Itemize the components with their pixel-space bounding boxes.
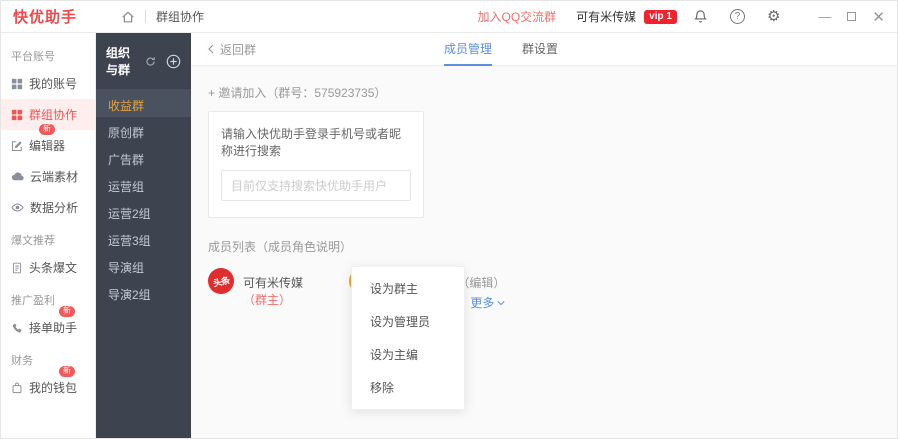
breadcrumb-divider [145,10,147,23]
menu-item-set-owner[interactable]: 设为群主 [352,272,464,305]
main-content: 返回群 成员管理 群设置 + 邀请加入（群号：575923735） 请输入快优助… [191,33,897,438]
sidebar-item-cloud-material[interactable]: 云端素材 [1,161,95,192]
grid-icon [11,109,23,121]
home-icon[interactable] [121,10,135,24]
tab-bar: 成员管理 群设置 [444,33,558,66]
group-item-income-group[interactable]: 收益群 [96,90,191,117]
group-item-original-group[interactable]: 原创群 [96,117,191,144]
main-sidebar: 平台账号 我的账号 群组协作 新 编辑器 云端素材 数据分析 爆文推荐 头条爆文… [1,33,96,438]
back-label: 返回群 [220,42,257,57]
sidebar-item-label: 我的钱包 [29,381,78,395]
notification-bell-icon[interactable] [693,9,708,24]
app-window: 快优助手 群组协作 加入QQ交流群 可有米传媒 vip 1 ? ⚙ — ✕ 平台… [0,0,898,439]
app-logo: 快优助手 [13,9,78,26]
member-management-panel: + 邀请加入（群号：575923735） 请输入快优助手登录手机号或者昵称进行搜… [191,66,897,438]
eye-icon [11,201,24,214]
member-role-owner: （群主） [243,293,292,307]
new-badge: 新 [39,124,55,135]
phone-icon [11,322,23,334]
members-list: 头条 可有米传媒（群主） 13337671712（编辑） 更多 [208,268,880,311]
group-item-operations-group-3[interactable]: 运营3组 [96,225,191,252]
add-group-icon[interactable] [166,54,181,69]
sidebar-section-hot-articles: 爆文推荐 [11,235,55,247]
window-minimize-button[interactable]: — [818,9,831,24]
tab-member-management[interactable]: 成员管理 [444,33,493,66]
main-header: 返回群 成员管理 群设置 [191,33,897,66]
search-label: 请输入快优助手登录手机号或者昵称进行搜索 [221,127,402,158]
group-item-operations-group-2[interactable]: 运营2组 [96,198,191,225]
window-close-button[interactable]: ✕ [872,8,885,26]
group-item-ad-group[interactable]: 广告群 [96,144,191,171]
sidebar-item-label: 头条爆文 [29,261,78,275]
sidebar-item-data-analysis[interactable]: 数据分析 [1,192,95,223]
toutiao-avatar: 头条 [208,268,234,294]
sidebar-item-label: 编辑器 [29,139,66,153]
sidebar-item-editor[interactable]: 新 编辑器 [1,124,95,161]
sidebar-item-toutiao-articles[interactable]: 头条爆文 [1,252,95,283]
help-icon[interactable]: ? [729,9,745,24]
sidebar-section-finance: 财务 [11,355,33,367]
more-actions-link[interactable]: 更多 [470,294,505,311]
group-item-director-group-2[interactable]: 导演2组 [96,279,191,306]
groups-panel-header: 组织与群 [96,33,191,90]
chevron-down-icon [497,300,505,305]
account-name[interactable]: 可有米传媒 [576,8,636,25]
cloud-icon [11,170,24,183]
join-qq-group-link[interactable]: 加入QQ交流群 [477,8,556,25]
sidebar-item-label: 数据分析 [30,201,79,215]
groups-panel: 组织与群 收益群 原创群 广告群 运营组 运营2组 运营3组 导演组 导演2组 [96,33,191,438]
back-to-group-link[interactable]: 返回群 [207,41,256,58]
groups-panel-title: 组织与群 [106,46,131,77]
sidebar-section-promotion-profit: 推广盈利 [11,295,55,307]
vip-badge: vip 1 [644,9,677,24]
member-search-input[interactable] [221,170,411,201]
member-search-panel: 请输入快优助手登录手机号或者昵称进行搜索 [208,111,424,218]
refresh-icon[interactable] [145,56,156,67]
member-name-line: 可有米传媒 （群主） [243,268,349,308]
wallet-icon [11,382,23,394]
menu-item-set-admin[interactable]: 设为管理员 [352,305,464,338]
sidebar-section-platform-account: 平台账号 [11,51,55,63]
members-list-header: 成员列表（成员角色说明） [208,240,353,254]
edit-icon [11,140,23,152]
document-icon [11,262,23,274]
tab-group-settings[interactable]: 群设置 [522,33,558,66]
sidebar-item-my-wallet[interactable]: 新 我的钱包 [1,366,95,403]
chevron-left-icon [208,44,214,54]
group-item-operations-group[interactable]: 运营组 [96,171,191,198]
sidebar-item-order-assistant[interactable]: 新 接单助手 [1,306,95,343]
menu-item-set-chief-editor[interactable]: 设为主编 [352,338,464,371]
sidebar-item-label: 接单助手 [29,321,78,335]
grid-icon [11,78,23,90]
breadcrumb: 群组协作 [156,10,205,24]
invite-join-link[interactable]: + 邀请加入（群号：575923735） [208,84,880,101]
new-badge: 新 [59,306,75,317]
member-row: 头条 可有米传媒 （群主） [208,268,349,308]
sidebar-item-label: 我的账号 [29,77,78,91]
new-badge: 新 [59,366,75,377]
maximize-icon [847,12,857,21]
member-actions-dropdown: 设为群主 设为管理员 设为主编 移除 [351,266,465,410]
menu-item-remove[interactable]: 移除 [352,371,464,404]
group-item-director-group[interactable]: 导演组 [96,252,191,279]
window-maximize-button[interactable] [847,12,857,21]
settings-gear-icon[interactable]: ⚙ [767,9,780,24]
sidebar-item-my-account[interactable]: 我的账号 [1,68,95,99]
member-name: 可有米传媒 [243,276,304,290]
titlebar: 快优助手 群组协作 加入QQ交流群 可有米传媒 vip 1 ? ⚙ — ✕ [1,1,897,33]
sidebar-item-label: 云端素材 [30,170,79,184]
sidebar-item-label: 群组协作 [29,108,78,122]
